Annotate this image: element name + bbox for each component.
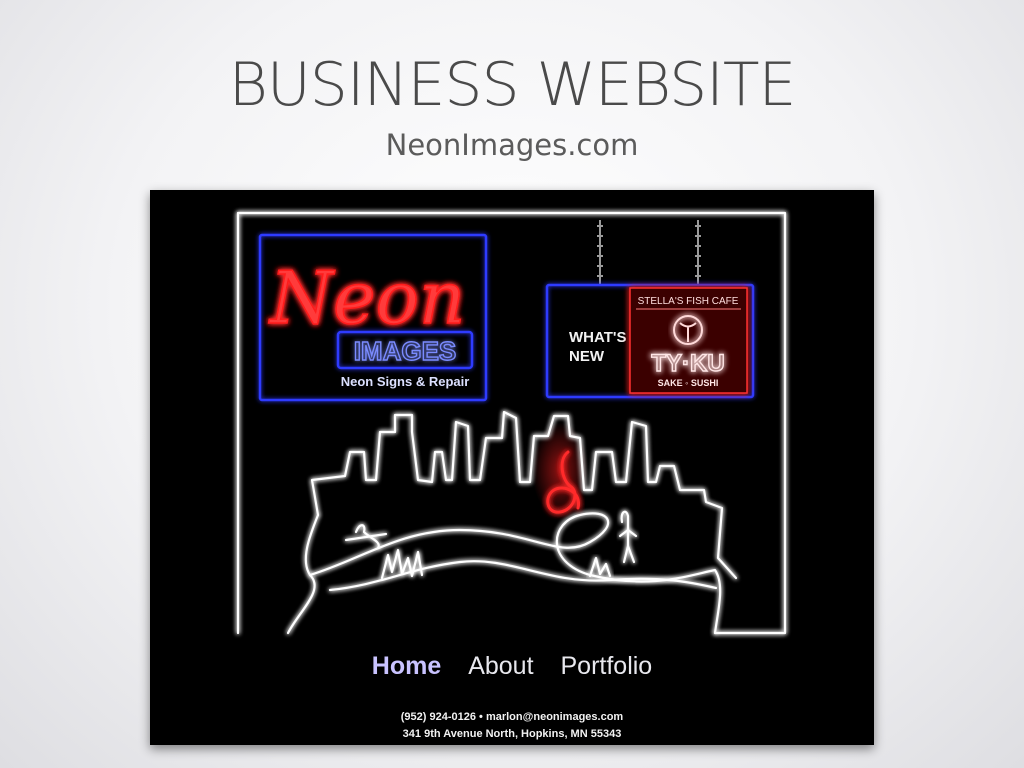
nav-portfolio-link[interactable]: Portfolio <box>561 652 653 680</box>
logo-script: Neon <box>268 256 465 340</box>
logo-images-text: IMAGES <box>354 336 457 366</box>
website-screenshot: Neon IMAGES Neon Signs & Repair WHAT'S N… <box>150 190 874 745</box>
river-curve <box>308 512 722 635</box>
river-lower <box>328 560 718 592</box>
site-nav: Home About Portfolio <box>150 652 874 681</box>
slide-subtitle: NeonImages.com <box>385 128 639 162</box>
tyku-sign-top: STELLA'S FISH CAFE <box>638 296 739 307</box>
chain-right <box>695 220 701 285</box>
contact-phone-email[interactable]: (952) 924-0126 • marlon@neonimages.com <box>150 711 874 723</box>
chain-left <box>597 220 603 285</box>
logo-tagline: Neon Signs & Repair <box>341 374 470 389</box>
nav-home-link[interactable]: Home <box>372 652 441 680</box>
nav-about-link[interactable]: About <box>468 652 533 680</box>
grass-left <box>380 548 424 580</box>
tyku-sign-bottom: SAKE ◦ SUSHI <box>658 378 719 388</box>
whats-new-label-2: NEW <box>569 348 605 365</box>
figure-person <box>618 510 638 564</box>
contact-address: 341 9th Avenue North, Hopkins, MN 55343 <box>402 728 622 740</box>
city-skyline <box>310 410 738 580</box>
whats-new-label-1: WHAT'S <box>569 329 626 346</box>
tyku-sign-brand: TY·KU <box>651 350 724 377</box>
grass-right <box>588 556 612 578</box>
figure-kayaker <box>344 524 388 550</box>
slide-title: BUSINESS WEBSITE <box>228 50 797 120</box>
